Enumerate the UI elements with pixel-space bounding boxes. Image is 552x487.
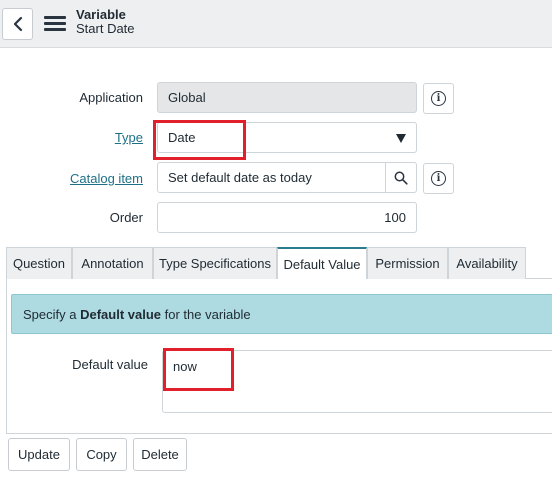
catalog-item-lookup-button[interactable] [385, 162, 417, 193]
header-titles: Variable Start Date [76, 8, 135, 36]
section-tabs: Question Annotation Type Specifications … [6, 247, 552, 280]
application-value: Global [168, 90, 206, 105]
application-info-button[interactable]: i [423, 83, 454, 114]
application-label: Application [79, 90, 143, 105]
record-name-subtitle: Start Date [76, 21, 135, 36]
catalog-item-info-button[interactable]: i [423, 163, 454, 194]
info-icon: i [431, 171, 446, 186]
default-value-label: Default value [72, 357, 148, 372]
delete-button[interactable]: Delete [133, 438, 187, 471]
tab-availability[interactable]: Availability [448, 247, 526, 279]
application-field: Global [157, 82, 417, 113]
tab-question[interactable]: Question [6, 247, 72, 279]
tab-annotation[interactable]: Annotation [72, 247, 153, 279]
default-value-highlight-box [163, 348, 234, 391]
record-type-title: Variable [76, 7, 126, 22]
tab-default-value[interactable]: Default Value [277, 247, 367, 280]
hamburger-menu-icon[interactable] [44, 16, 66, 32]
update-button[interactable]: Update [8, 438, 70, 471]
type-label-link[interactable]: Type [115, 130, 143, 145]
notice-bold: Default value [80, 306, 162, 322]
catalog-item-field[interactable]: Set default date as today [157, 162, 386, 193]
tab-permission[interactable]: Permission [367, 247, 448, 279]
chevron-left-icon [13, 16, 22, 32]
order-value: 100 [384, 210, 406, 225]
dropdown-caret-icon [396, 134, 406, 143]
search-icon [394, 171, 408, 185]
form-header: Variable Start Date [0, 0, 552, 48]
notice-suffix: for the variable [161, 306, 251, 322]
notice-prefix: Specify a [23, 306, 81, 322]
catalog-item-value: Set default date as today [168, 170, 312, 185]
order-field[interactable]: 100 [157, 202, 417, 233]
back-button[interactable] [2, 8, 33, 40]
catalog-item-label-link[interactable]: Catalog item [70, 171, 143, 186]
type-highlight-box [153, 120, 246, 160]
copy-button[interactable]: Copy [76, 438, 127, 471]
tab-type-specifications[interactable]: Type Specifications [153, 247, 277, 279]
order-label: Order [109, 210, 143, 225]
info-icon: i [431, 91, 446, 106]
default-value-notice: Specify a Default value for the variable [11, 294, 552, 334]
